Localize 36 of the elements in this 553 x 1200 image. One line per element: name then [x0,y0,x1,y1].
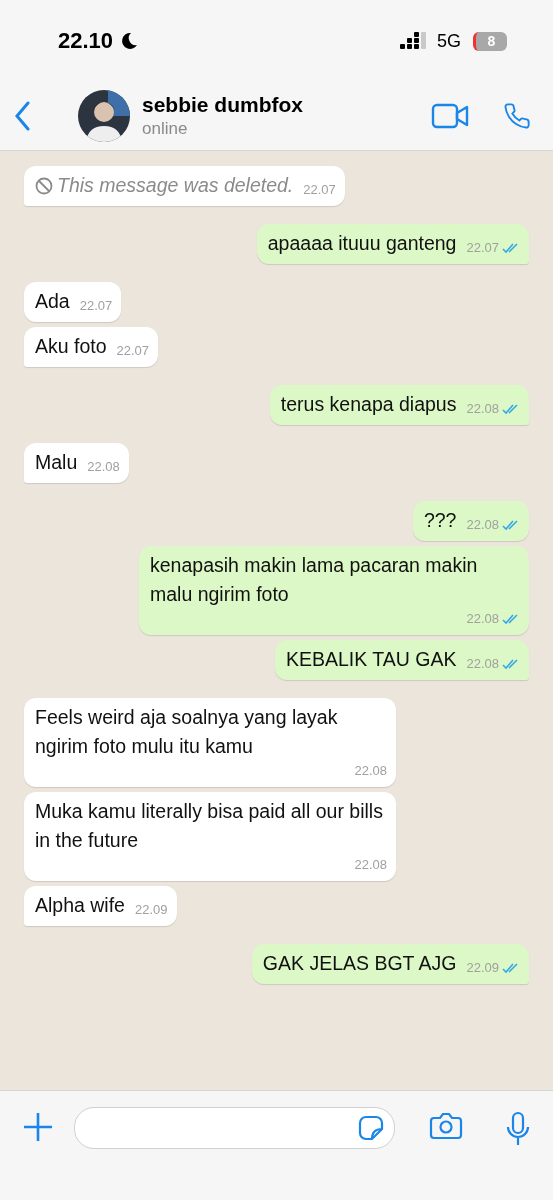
message-text: apaaaa ituuu ganteng [267,231,457,256]
signal-icon [400,32,427,50]
message-time: 22.08 [466,516,499,534]
message-text: GAK JELAS BGT AJG [262,951,457,976]
message-text: Muka kamu literally bisa paid all our bills in the future [35,799,384,853]
message-time: 22.09 [466,959,499,977]
message-time: 22.08 [466,655,499,673]
message-text: Aku foto [35,334,107,359]
status-time: 22.10 [58,28,114,54]
deleted-message-text: This message was deleted. [57,173,294,198]
message-text: terus kenapa diapus [280,392,457,417]
message-time: 22.08 [87,458,120,476]
message-text: Ada [35,289,70,314]
message-text: Feels weird aja soalnya yang layak ngirim foto mulu itu kamu [35,705,339,759]
message-time: 22.08 [354,856,387,874]
message-text: kenapasih makin lama pacaran makin malu ngirim foto [150,553,479,607]
message-text: Malu [35,450,78,475]
sticker-icon[interactable] [358,1115,384,1141]
blocked-icon [35,176,53,195]
message-time: 22.08 [466,610,499,628]
message-time: 22.07 [466,239,499,257]
contact-name: sebbie dumbfox [142,93,304,117]
message-text: Alpha wife [35,893,125,918]
message-time: 22.07 [303,181,336,199]
message-time: 22.08 [354,762,387,780]
moon-icon [119,31,140,51]
message-text: KEBALIK TAU GAK [285,647,457,672]
contact-status: online [142,119,189,139]
message-time: 22.07 [79,297,113,315]
battery-indicator: 8 [473,31,507,51]
message-text: ??? [423,508,457,533]
message-input-field[interactable] [74,1107,395,1149]
message-time: 22.09 [134,901,168,919]
message-time: 22.08 [466,400,499,418]
network-label: 5G [437,30,461,52]
message-time: 22.07 [116,342,150,360]
